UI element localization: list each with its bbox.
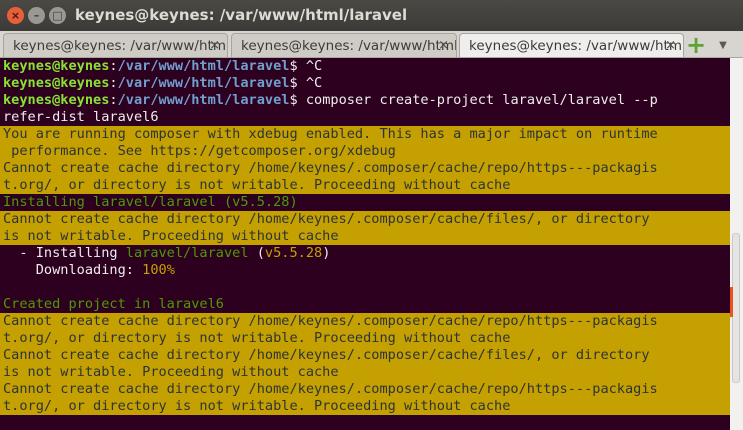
prompt-path: /var/www/html/laravel (117, 58, 290, 74)
cache-warning-line: Cannot create cache directory /home/keyn… (0, 313, 730, 330)
download-label: Downloading: (3, 262, 143, 278)
tab-label: keynes@keynes: /var/www/html/laravel (469, 37, 683, 54)
cache-warning-line: t.org/, or directory is not writable. Pr… (0, 330, 730, 347)
tab-close-icon[interactable]: × (665, 38, 676, 53)
terminal-output[interactable]: keynes@keynes:/var/www/html/laravel$ ^C … (0, 58, 730, 430)
new-tab-button[interactable]: + (685, 31, 707, 59)
prompt-path: /var/www/html/laravel (117, 92, 290, 108)
prompt-user: keynes@keynes (3, 92, 110, 108)
minimize-icon: – (33, 9, 40, 22)
tab-label: keynes@keynes: /var/www/html/laravel (13, 37, 227, 54)
window-title: keynes@keynes: /var/www/html/laravel (75, 6, 408, 24)
command-text: ^C (305, 75, 323, 91)
window-titlebar[interactable]: × – □ keynes@keynes: /var/www/html/larav… (0, 0, 743, 31)
command-text: composer create-project laravel/laravel … (305, 92, 658, 108)
command-wrap-line: refer-dist laravel6 (3, 109, 159, 125)
cache-warning-line: Cannot create cache directory /home/keyn… (0, 211, 730, 228)
close-icon: × (10, 9, 21, 22)
prompt-user: keynes@keynes (3, 75, 110, 91)
cache-warning-line: Cannot create cache directory /home/keyn… (0, 381, 730, 398)
prompt-separator: : (109, 92, 118, 108)
minimize-window-button[interactable]: – (28, 7, 45, 24)
command-text: ^C (305, 58, 323, 74)
prompt-symbol: $ (289, 58, 306, 74)
package-version: v5.5.28 (264, 245, 323, 261)
xdebug-warning-line: performance. See https://getcomposer.org… (0, 143, 730, 160)
terminal-line: keynes@keynes:/var/www/html/laravel$ ^C (0, 75, 730, 92)
terminal-line: keynes@keynes:/var/www/html/laravel$ com… (0, 92, 730, 109)
plus-icon: + (685, 31, 707, 59)
prompt-separator: : (109, 58, 118, 74)
close-window-button[interactable]: × (7, 7, 24, 24)
cache-warning-line: Cannot create cache directory /home/keyn… (0, 160, 730, 177)
install-prefix: - Installing (3, 245, 126, 261)
tab-label: keynes@keynes: /var/www/html/laravel (241, 37, 456, 54)
tab-3-active[interactable]: keynes@keynes: /var/www/html/laravel × (459, 33, 684, 57)
install-package-line: - Installing laravel/laravel (v5.5.28) (0, 245, 730, 262)
terminal-line: keynes@keynes:/var/www/html/laravel$ ^C (0, 58, 730, 75)
tab-1[interactable]: keynes@keynes: /var/www/html/laravel × (3, 33, 228, 57)
cache-warning-line: t.org/, or directory is not writable. Pr… (0, 398, 730, 415)
prompt-symbol: $ (289, 75, 306, 91)
prompt-path: /var/www/html/laravel (117, 75, 290, 91)
paren-close: ) (322, 245, 331, 261)
tab-2[interactable]: keynes@keynes: /var/www/html/laravel × (231, 33, 457, 57)
scrollbar-thumb[interactable] (732, 233, 740, 383)
prompt-separator: : (109, 75, 118, 91)
prompt-user: keynes@keynes (3, 58, 110, 74)
paren-open: ( (248, 245, 265, 261)
cache-warning-line: Cannot create cache directory /home/keyn… (0, 347, 730, 364)
terminal-scrollbar[interactable] (730, 58, 743, 430)
scrollbar-indicator (730, 287, 733, 317)
maximize-icon: □ (52, 9, 63, 22)
tab-menu-button[interactable]: ▼ (712, 35, 734, 55)
tab-bar: keynes@keynes: /var/www/html/laravel × k… (0, 31, 743, 58)
created-project-line: Created project in laravel6 (3, 296, 224, 312)
cache-warning-line: is not writable. Proceeding without cach… (0, 364, 730, 381)
download-percent: 100% (142, 262, 175, 278)
package-name: laravel/laravel (125, 245, 249, 261)
download-line: Downloading: 100% (0, 262, 730, 279)
installing-line: Installing laravel/laravel (v5.5.28) (3, 194, 298, 210)
maximize-window-button[interactable]: □ (49, 7, 66, 24)
tab-close-icon[interactable]: × (209, 38, 220, 53)
xdebug-warning-line: You are running composer with xdebug ena… (0, 126, 730, 143)
cache-warning-line: t.org/, or directory is not writable. Pr… (0, 177, 730, 194)
prompt-symbol: $ (289, 92, 306, 108)
chevron-down-icon: ▼ (719, 39, 727, 51)
tab-close-icon[interactable]: × (438, 38, 449, 53)
cache-warning-line: is not writable. Proceeding without cach… (0, 228, 730, 245)
